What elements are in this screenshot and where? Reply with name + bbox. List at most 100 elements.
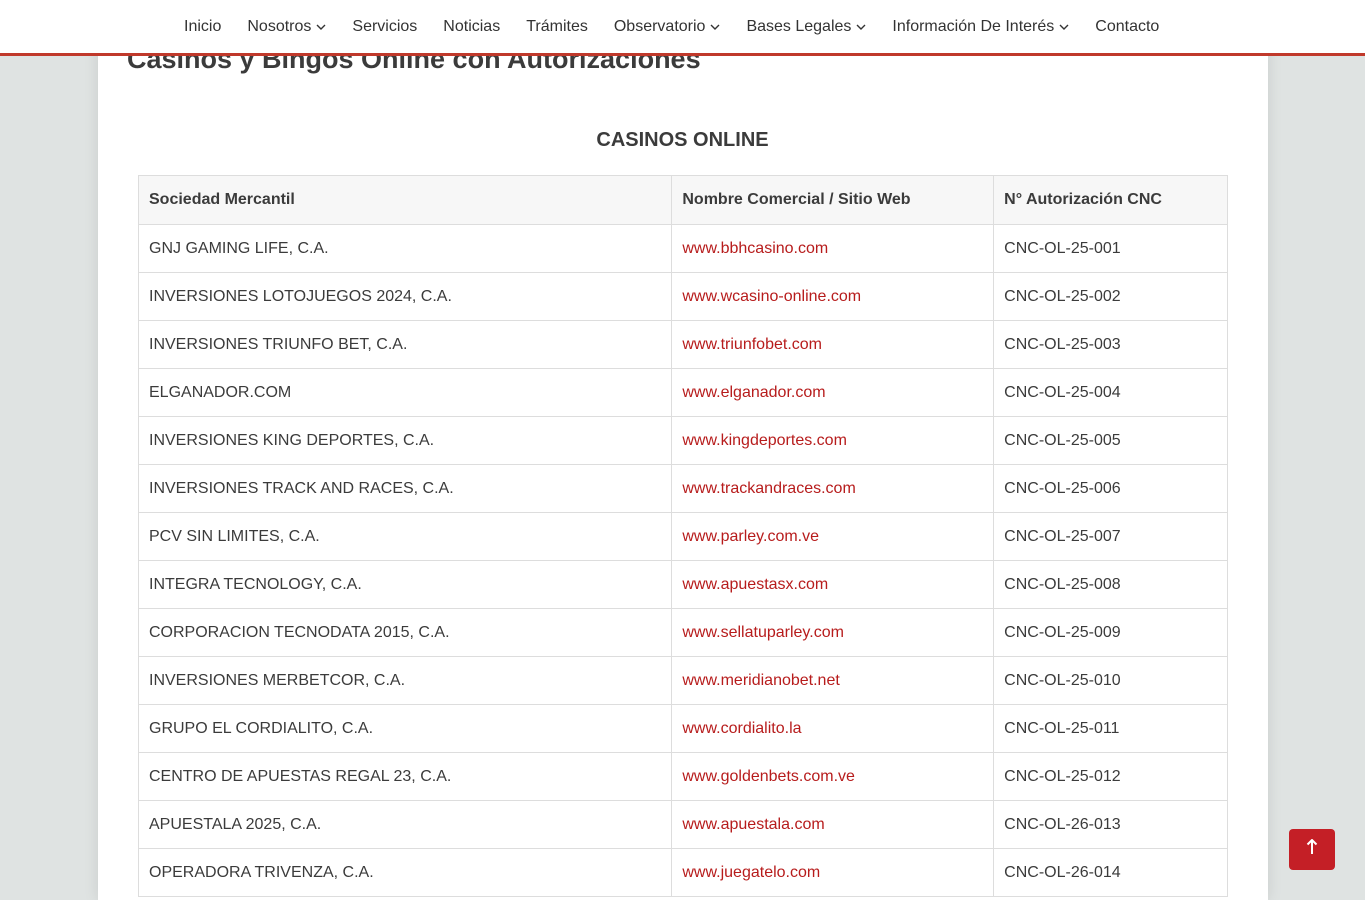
nav-item-inicio[interactable]: Inicio	[184, 18, 221, 36]
autorizacion-cnc-cell: CNC-OL-25-008	[993, 560, 1228, 609]
sitio-web-link[interactable]: www.wcasino-online.com	[682, 288, 861, 305]
table-row: ELGANADOR.COM www.elganador.com CNC-OL-25-…	[137, 368, 1228, 417]
sitio-web-link[interactable]: www.parley.com.ve	[682, 528, 819, 545]
nav-item-label: Inicio	[184, 17, 222, 35]
sociedad-mercantil-cell: APUESTALA 2025, C.A.	[137, 800, 673, 849]
sitio-web-cell: www.cordialito.la	[671, 704, 995, 753]
main-navigation: Inicio Nosotros Servicios Noticias Trámites O…	[0, 0, 1365, 56]
sitio-web-link[interactable]: www.apuestala.com	[682, 816, 824, 833]
nav-item-label: Nosotros	[247, 17, 312, 35]
table-row: GRUPO EL CORDIALITO, C.A. www.cordialito.…	[137, 704, 1228, 753]
autorizacion-cnc-cell: CNC-OL-26-014	[993, 848, 1228, 897]
nav-item-noticias[interactable]: Noticias	[443, 18, 500, 36]
nav-item-label: Bases Legales	[746, 17, 852, 35]
sociedad-mercantil-cell: INVERSIONES LOTOJUEGOS 2024, C.A.	[137, 272, 673, 321]
autorizacion-cnc-cell: CNC-OL-25-002	[993, 272, 1228, 321]
sitio-web-cell: www.juegatelo.com	[671, 848, 995, 897]
sociedad-mercantil-cell: INVERSIONES MERBETCOR, C.A.	[137, 656, 673, 705]
sitio-web-cell: www.parley.com.ve	[671, 512, 995, 561]
table-row: GNJ GAMING LIFE, C.A. www.bbhcasino.com CN…	[137, 224, 1228, 273]
autorizacion-cnc-cell: CNC-OL-25-011	[993, 704, 1228, 753]
sitio-web-link[interactable]: www.apuestasx.com	[682, 576, 828, 593]
nav-item-nosotros[interactable]: Nosotros	[247, 18, 326, 36]
sitio-web-link[interactable]: www.cordialito.la	[682, 720, 801, 737]
sitio-web-link[interactable]: www.kingdeportes.com	[682, 432, 847, 449]
table-row: INVERSIONES MERBETCOR, C.A. www.meridiano…	[137, 656, 1228, 705]
autorizacion-cnc-cell: CNC-OL-25-009	[993, 608, 1228, 657]
sitio-web-cell: www.meridianobet.net	[671, 656, 995, 705]
nav-item-label: Información De Interés	[892, 17, 1055, 35]
table-row: CORPORACION TECNODATA 2015, C.A. www.sell…	[137, 608, 1228, 657]
sociedad-mercantil-cell: CORPORACION TECNODATA 2015, C.A.	[137, 608, 673, 657]
chevron-down-icon	[856, 22, 866, 32]
header-nombre-comercial: Nombre Comercial / Sitio Web	[671, 175, 995, 225]
sitio-web-link[interactable]: www.sellatuparley.com	[682, 624, 844, 641]
autorizacion-cnc-cell: CNC-OL-26-013	[993, 800, 1228, 849]
table-row: INVERSIONES LOTOJUEGOS 2024, C.A. www.wca…	[137, 272, 1228, 321]
sitio-web-cell: www.wcasino-online.com	[671, 272, 995, 321]
sociedad-mercantil-cell: CENTRO DE APUESTAS REGAL 23, C.A.	[137, 752, 673, 801]
nav-item-label: Contacto	[1095, 17, 1160, 35]
autorizacion-cnc-cell: CNC-OL-25-010	[993, 656, 1228, 705]
table-row: CENTRO DE APUESTAS REGAL 23, C.A. www.gol…	[137, 752, 1228, 801]
sociedad-mercantil-cell: PCV SIN LIMITES, C.A.	[137, 512, 673, 561]
sitio-web-cell: www.apuestasx.com	[671, 560, 995, 609]
sociedad-mercantil-cell: INVERSIONES TRACK AND RACES, C.A.	[137, 464, 673, 513]
sitio-web-cell: www.kingdeportes.com	[671, 416, 995, 465]
sitio-web-cell: www.apuestala.com	[671, 800, 995, 849]
nav-item-label: Observatorio	[613, 17, 706, 35]
nav-item-servicios[interactable]: Servicios	[352, 18, 417, 36]
nav-item-contacto[interactable]: Contacto	[1095, 18, 1159, 36]
chevron-down-icon	[1059, 22, 1069, 32]
nav-item-label: Servicios	[352, 17, 418, 35]
nav-item-label: Trámites	[526, 17, 588, 35]
sitio-web-link[interactable]: www.elganador.com	[682, 384, 825, 401]
autorizacion-cnc-cell: CNC-OL-25-004	[993, 368, 1228, 417]
sociedad-mercantil-cell: ELGANADOR.COM	[137, 368, 673, 417]
sociedad-mercantil-cell: GNJ GAMING LIFE, C.A.	[137, 224, 673, 273]
sitio-web-link[interactable]: www.juegatelo.com	[682, 864, 820, 881]
sociedad-mercantil-cell: INVERSIONES KING DEPORTES, C.A.	[137, 416, 673, 465]
autorizacion-cnc-cell: CNC-OL-25-003	[993, 320, 1228, 369]
table-row: INVERSIONES KING DEPORTES, C.A. www.kingd…	[137, 416, 1228, 465]
nav-item-tramites[interactable]: Trámites	[526, 18, 588, 36]
back-to-top-button[interactable]	[1289, 829, 1335, 870]
sitio-web-link[interactable]: www.goldenbets.com.ve	[682, 768, 855, 785]
autorizacion-cnc-cell: CNC-OL-25-007	[993, 512, 1228, 561]
sociedad-mercantil-cell: GRUPO EL CORDIALITO, C.A.	[137, 704, 673, 753]
section-title: CASINOS ONLINE	[596, 129, 769, 151]
table-header-row: Sociedad Mercantil Nombre Comercial / Si…	[137, 175, 1228, 225]
arrow-up-icon	[1306, 838, 1318, 860]
sociedad-mercantil-cell: OPERADORA TRIVENZA, C.A.	[137, 848, 673, 897]
autorizacion-cnc-cell: CNC-OL-25-005	[993, 416, 1228, 465]
table-row: OPERADORA TRIVENZA, C.A. www.juegatelo.co…	[137, 848, 1228, 897]
table-row: INVERSIONES TRIUNFO BET, C.A. www.triunfo…	[137, 320, 1228, 369]
table-row: APUESTALA 2025, C.A. www.apuestala.com CNC…	[137, 800, 1228, 849]
sitio-web-cell: www.trackandraces.com	[671, 464, 995, 513]
sitio-web-link[interactable]: www.bbhcasino.com	[682, 240, 828, 257]
header-autorizacion-cnc: N° Autorización CNC	[993, 175, 1228, 225]
sitio-web-link[interactable]: www.meridianobet.net	[682, 672, 839, 689]
sociedad-mercantil-cell: INVERSIONES TRIUNFO BET, C.A.	[137, 320, 673, 369]
nav-item-label: Noticias	[443, 17, 501, 35]
table-row: PCV SIN LIMITES, C.A. www.parley.com.ve CN…	[137, 512, 1228, 561]
chevron-down-icon	[316, 22, 326, 32]
table-body: GNJ GAMING LIFE, C.A. www.bbhcasino.com CN…	[137, 224, 1228, 897]
autorizacion-cnc-cell: CNC-OL-25-006	[993, 464, 1228, 513]
sitio-web-cell: www.goldenbets.com.ve	[671, 752, 995, 801]
sitio-web-cell: www.elganador.com	[671, 368, 995, 417]
casinos-table: Sociedad Mercantil Nombre Comercial / Si…	[137, 175, 1228, 897]
sitio-web-cell: www.sellatuparley.com	[671, 608, 995, 657]
sitio-web-link[interactable]: www.triunfobet.com	[682, 336, 822, 353]
nav-item-bases-legales[interactable]: Bases Legales	[746, 18, 866, 36]
autorizacion-cnc-cell: CNC-OL-25-001	[993, 224, 1228, 273]
table-row: INVERSIONES TRACK AND RACES, C.A. www.tra…	[137, 464, 1228, 513]
autorizacion-cnc-cell: CNC-OL-25-012	[993, 752, 1228, 801]
nav-item-informacion-de-interes[interactable]: Información De Interés	[892, 18, 1069, 36]
sitio-web-link[interactable]: www.trackandraces.com	[682, 480, 855, 497]
nav-menu: Inicio Nosotros Servicios Noticias Trámites O…	[184, 0, 1159, 53]
sociedad-mercantil-cell: INTEGRA TECNOLOGY, C.A.	[137, 560, 673, 609]
nav-item-observatorio[interactable]: Observatorio	[614, 18, 721, 36]
header-sociedad-mercantil: Sociedad Mercantil	[137, 175, 673, 225]
sitio-web-cell: www.triunfobet.com	[671, 320, 995, 369]
